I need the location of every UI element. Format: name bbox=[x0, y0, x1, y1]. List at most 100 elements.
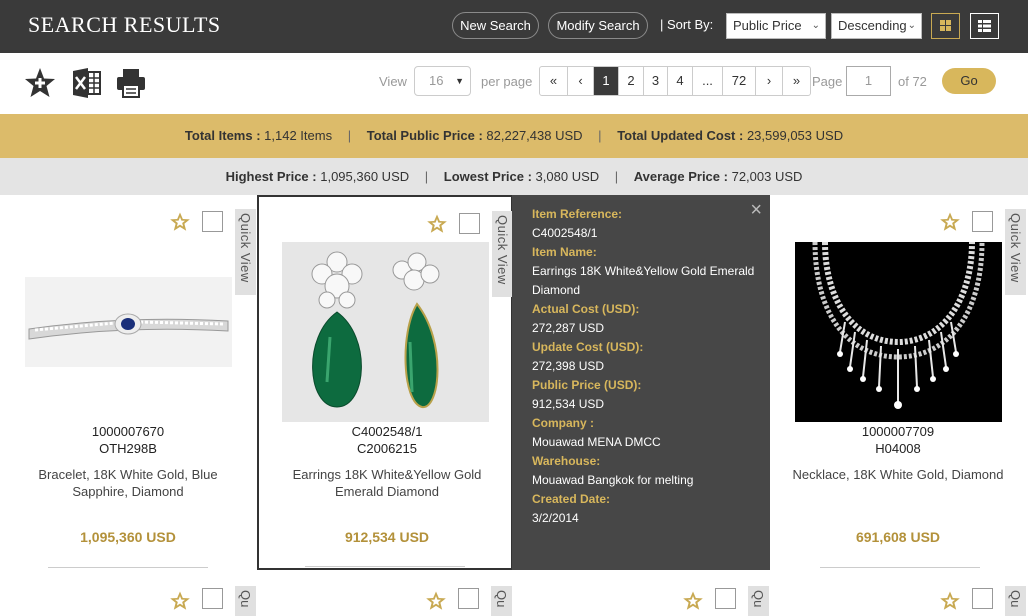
lowest-price-value: 3,080 USD bbox=[535, 169, 600, 184]
card-divider bbox=[305, 566, 465, 567]
card-divider bbox=[48, 567, 208, 568]
list-view-icon bbox=[978, 20, 991, 32]
sort-by-label: | Sort By: bbox=[660, 17, 714, 32]
company-value: Mouawad MENA DMCC bbox=[532, 435, 661, 449]
product-card-selected[interactable]: Quick View C4002548/1 C2006215 Earrings … bbox=[257, 195, 513, 570]
favorite-star-icon[interactable] bbox=[682, 590, 704, 612]
quick-view-label: Qu bbox=[1008, 590, 1023, 608]
highest-price-label: Highest Price : bbox=[225, 169, 317, 184]
next-page-button[interactable]: › bbox=[756, 67, 783, 95]
caret-down-icon: ▼ bbox=[455, 76, 464, 86]
product-price: 1,095,360 USD bbox=[80, 529, 176, 545]
sort-order-value: Descending bbox=[838, 18, 907, 33]
go-button[interactable]: Go bbox=[942, 68, 996, 94]
actual-cost-value: 272,287 USD bbox=[532, 321, 605, 335]
favorite-star-icon[interactable] bbox=[169, 211, 191, 233]
lowest-price-label: Lowest Price : bbox=[443, 169, 532, 184]
per-page-select[interactable]: 16 ▼ bbox=[414, 66, 471, 96]
card-divider bbox=[820, 567, 980, 568]
product-name: Necklace, 18K White Gold, Diamond bbox=[792, 467, 1004, 482]
per-page-value: 16 bbox=[429, 73, 444, 88]
total-updated-cost-value: 23,599,053 USD bbox=[746, 128, 844, 143]
select-checkbox[interactable] bbox=[202, 588, 223, 609]
product-card[interactable]: Quick View 1000007709 H04008 Necklace, 1… bbox=[770, 195, 1026, 570]
page-4-button[interactable]: 4 bbox=[668, 67, 693, 95]
excel-export-icon[interactable] bbox=[70, 66, 104, 100]
print-icon[interactable] bbox=[114, 66, 148, 100]
page-72-button[interactable]: 72 bbox=[723, 67, 756, 95]
sort-field-select[interactable]: Public Price ⌄ bbox=[726, 13, 826, 39]
total-public-price-value: 82,227,438 USD bbox=[486, 128, 583, 143]
product-price: 912,534 USD bbox=[344, 529, 430, 545]
quick-view-tab[interactable]: Quick View bbox=[492, 211, 513, 297]
of-pages-label: of 72 bbox=[898, 74, 927, 89]
select-checkbox[interactable] bbox=[458, 588, 479, 609]
new-search-button[interactable]: New Search bbox=[452, 12, 539, 39]
item-reference-value: C4002548/1 bbox=[532, 226, 598, 240]
page-3-button[interactable]: 3 bbox=[644, 67, 668, 95]
page-2-button[interactable]: 2 bbox=[619, 67, 644, 95]
quick-view-tab[interactable]: Qu bbox=[235, 586, 256, 616]
sort-order-select[interactable]: Descending ⌄ bbox=[831, 13, 922, 39]
select-checkbox[interactable] bbox=[972, 588, 993, 609]
page-1-button[interactable]: 1 bbox=[594, 67, 619, 95]
select-checkbox[interactable] bbox=[202, 211, 223, 232]
total-items-label: Total Items : bbox=[184, 128, 261, 143]
product-code: OTH298B bbox=[99, 441, 157, 456]
quick-view-tab[interactable]: Qu bbox=[748, 586, 769, 616]
product-name: Earrings 18K White&Yellow Gold Emerald D… bbox=[292, 467, 482, 499]
favorites-star-icon[interactable] bbox=[23, 66, 57, 100]
select-checkbox[interactable] bbox=[972, 211, 993, 232]
chevron-down-icon: ⌄ bbox=[907, 20, 916, 31]
quick-view-label: Qu bbox=[751, 590, 766, 608]
product-card[interactable]: Quick View 1000007670 OTH298B Bracelet, … bbox=[0, 195, 256, 570]
actual-cost-label: Actual Cost (USD): bbox=[532, 302, 640, 316]
favorite-star-icon[interactable] bbox=[939, 590, 961, 612]
product-reference: 1000007670 bbox=[91, 424, 165, 439]
top-header: SEARCH RESULTS New Search Modify Search … bbox=[0, 0, 1028, 53]
favorite-star-icon[interactable] bbox=[425, 590, 447, 612]
page-number-input[interactable]: 1 bbox=[846, 66, 891, 96]
warehouse-label: Warehouse: bbox=[532, 454, 601, 468]
favorite-star-icon[interactable] bbox=[939, 211, 961, 233]
quick-view-label: Qu bbox=[494, 590, 509, 608]
total-public-price-label: Total Public Price : bbox=[366, 128, 483, 143]
quick-view-tab[interactable]: Quick View bbox=[1005, 209, 1026, 295]
pagination-ellipsis: ... bbox=[693, 67, 723, 95]
view-label: View bbox=[379, 74, 407, 89]
chevron-down-icon: ⌄ bbox=[811, 20, 820, 31]
prev-page-button[interactable]: ‹ bbox=[568, 67, 594, 95]
product-image-necklace[interactable] bbox=[795, 242, 1002, 422]
product-image-earrings[interactable] bbox=[282, 242, 489, 422]
update-cost-value: 272,398 USD bbox=[532, 359, 605, 373]
quick-view-tab[interactable]: Qu bbox=[491, 586, 512, 616]
quick-view-tab[interactable]: Qu bbox=[1005, 586, 1026, 616]
product-reference: C4002548/1 bbox=[351, 424, 423, 439]
favorite-star-icon[interactable] bbox=[169, 590, 191, 612]
bracelet-image bbox=[28, 313, 229, 340]
select-checkbox[interactable] bbox=[715, 588, 736, 609]
public-price-value: 912,534 USD bbox=[532, 397, 605, 411]
first-page-button[interactable]: « bbox=[540, 67, 568, 95]
select-checkbox[interactable] bbox=[459, 213, 480, 234]
per-page-label: per page bbox=[481, 74, 533, 89]
quick-view-tab[interactable]: Quick View bbox=[235, 209, 256, 295]
quick-view-label: Quick View bbox=[495, 215, 510, 285]
total-updated-cost-label: Total Updated Cost : bbox=[617, 128, 744, 143]
sort-field-value: Public Price bbox=[733, 18, 802, 33]
created-date-label: Created Date: bbox=[532, 492, 611, 506]
product-reference: 1000007709 bbox=[861, 424, 935, 439]
modify-search-button[interactable]: Modify Search bbox=[548, 12, 648, 39]
product-name: Bracelet, 18K White Gold, Blue Sapphire,… bbox=[38, 467, 218, 499]
grid-view-button[interactable] bbox=[931, 13, 960, 39]
product-code: H04008 bbox=[875, 441, 921, 456]
highest-price-value: 1,095,360 USD bbox=[320, 169, 410, 184]
created-date-value: 3/2/2014 bbox=[532, 511, 579, 525]
favorite-star-icon[interactable] bbox=[426, 213, 448, 235]
item-reference-label: Item Reference: bbox=[532, 207, 623, 221]
product-image-bracelet[interactable] bbox=[25, 277, 232, 367]
necklace-image bbox=[812, 242, 985, 409]
last-page-button[interactable]: » bbox=[783, 67, 810, 95]
list-view-button[interactable] bbox=[970, 13, 999, 39]
page-label: Page bbox=[812, 74, 843, 89]
